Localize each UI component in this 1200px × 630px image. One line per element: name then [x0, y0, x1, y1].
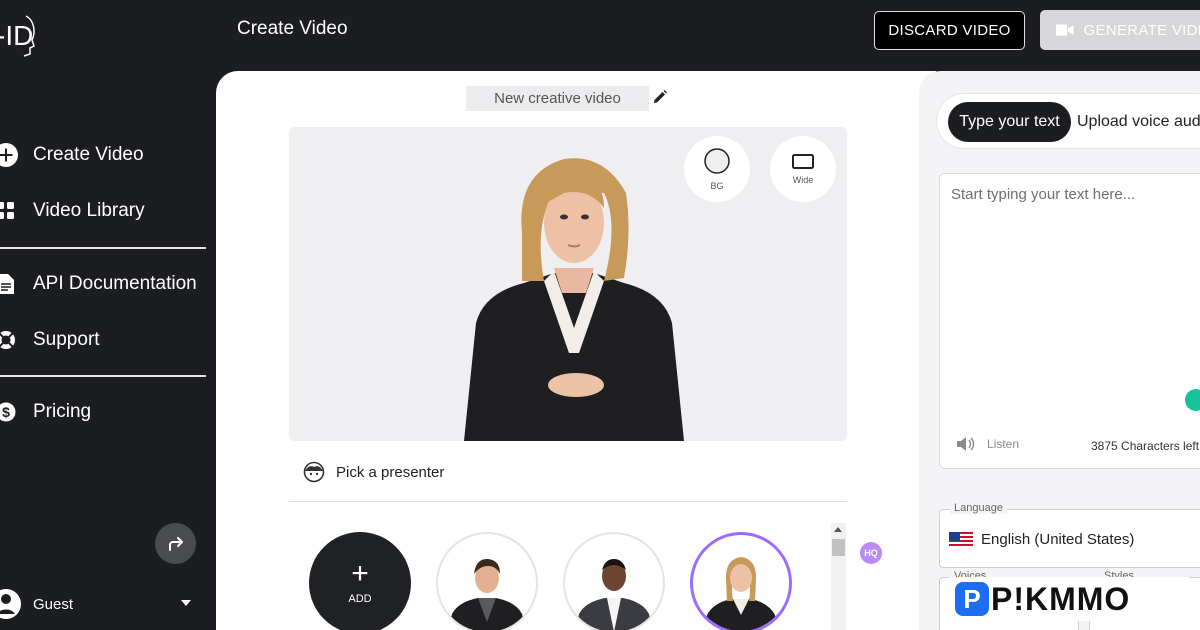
sidebar-item-video-library[interactable]: Video Library — [0, 191, 145, 231]
add-presenter-label: ADD — [348, 593, 372, 605]
tab-upload-voice-audio[interactable]: Upload voice audio — [1077, 113, 1200, 131]
pick-presenter-header: Pick a presenter — [303, 461, 444, 483]
script-text-input[interactable]: Start typing your text here... Listen 38… — [939, 173, 1200, 469]
listen-label: Listen — [987, 437, 1020, 451]
document-icon — [0, 272, 18, 296]
speaker-icon — [957, 437, 975, 451]
language-select[interactable]: Language English (United States) — [939, 502, 1200, 568]
logo-icon[interactable]: -ID — [0, 10, 36, 58]
language-label: Language — [950, 502, 1007, 514]
generate-video-label: GENERATE VIDEO — [1083, 21, 1200, 39]
presenter-divider — [289, 501, 847, 502]
characters-left: 3875 Characters left — [1091, 439, 1200, 453]
add-presenter-button[interactable]: + ADD — [309, 532, 411, 630]
sidebar-item-label: Pricing — [33, 401, 92, 422]
script-placeholder: Start typing your text here... — [951, 186, 1136, 203]
chevron-down-icon — [181, 600, 191, 606]
sidebar-item-label: Video Library — [33, 200, 145, 221]
video-camera-icon — [1056, 24, 1074, 36]
presenter-list-scrollbar[interactable] — [831, 523, 846, 630]
pencil-icon[interactable] — [652, 89, 668, 105]
grid-icon — [0, 199, 18, 223]
sidebar-item-support[interactable]: Support — [0, 320, 100, 360]
watermark-text: P!KMMO — [991, 580, 1131, 617]
discard-video-button[interactable]: DISCARD VIDEO — [874, 11, 1025, 50]
sidebar-item-api-documentation[interactable]: API Documentation — [0, 264, 197, 304]
scroll-up-icon[interactable] — [834, 527, 842, 532]
script-tabs: Type your text Upload voice audio — [936, 93, 1200, 149]
page-title: Create Video — [237, 18, 348, 39]
video-editor: New creative video BG Wide Pick a presen… — [216, 71, 1009, 630]
dollar-icon: $ — [0, 400, 18, 424]
sidebar-item-create-video[interactable]: Create Video — [0, 135, 144, 175]
background-button-label: BG — [710, 181, 724, 191]
presenter-male-image — [448, 558, 526, 630]
wide-button[interactable]: Wide — [770, 136, 836, 202]
sidebar-item-label: Create Video — [33, 144, 144, 165]
svg-text:$: $ — [2, 404, 10, 420]
user-menu[interactable]: Guest — [0, 584, 216, 624]
video-preview: BG Wide — [289, 127, 847, 441]
presenter-thumbnail[interactable] — [563, 532, 665, 630]
lifebuoy-icon — [0, 328, 18, 352]
grammarly-icon[interactable] — [1185, 389, 1200, 411]
sidebar-divider — [0, 247, 206, 249]
circle-icon — [704, 148, 730, 174]
user-name: Guest — [33, 595, 74, 613]
presenter-thumbnail-selected[interactable] — [690, 532, 792, 630]
face-icon — [303, 461, 325, 483]
scroll-thumb[interactable] — [832, 539, 845, 556]
user-avatar-icon — [0, 589, 21, 619]
listen-button[interactable]: Listen — [957, 437, 1019, 451]
script-panel: Type your text Upload voice audio Start … — [919, 71, 1200, 630]
watermark-logo-icon: P — [955, 582, 989, 616]
presenter-male-image — [575, 559, 653, 630]
wide-button-label: Wide — [792, 174, 814, 185]
presenter-female-image — [703, 557, 779, 630]
sidebar-item-pricing[interactable]: $ Pricing — [0, 392, 91, 432]
pick-presenter-label: Pick a presenter — [336, 463, 445, 481]
watermark: P P!KMMO — [949, 577, 1189, 621]
generate-video-button[interactable]: GENERATE VIDEO — [1040, 10, 1200, 50]
us-flag-icon — [949, 531, 973, 548]
language-value: English (United States) — [949, 531, 1134, 548]
tab-type-your-text[interactable]: Type your text — [948, 102, 1071, 142]
sidebar: -ID Create Video Video Library API Docum… — [0, 0, 216, 630]
language-value-text: English (United States) — [981, 531, 1135, 548]
rectangle-icon — [792, 153, 814, 169]
plus-circle-icon — [0, 143, 18, 167]
video-name-input[interactable]: New creative video — [466, 86, 649, 111]
presenter-preview-image — [464, 158, 684, 441]
sidebar-divider — [0, 375, 206, 377]
svg-text:-ID: -ID — [0, 20, 33, 51]
hq-badge: HQ — [860, 542, 882, 564]
sidebar-item-label: API Documentation — [33, 273, 197, 294]
sidebar-item-label: Support — [33, 329, 100, 350]
collapse-sidebar-button[interactable] — [155, 523, 196, 564]
plus-icon: + — [351, 557, 369, 590]
background-button[interactable]: BG — [684, 136, 750, 202]
share-arrow-icon — [168, 536, 183, 551]
presenter-thumbnail[interactable] — [436, 532, 538, 630]
